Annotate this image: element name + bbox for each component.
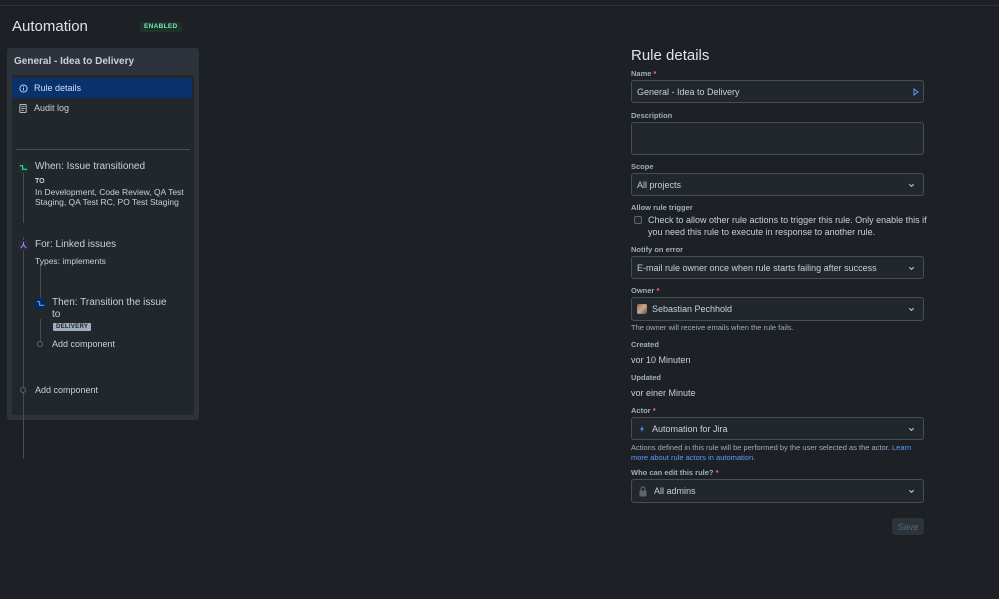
status-badge: ENABLED (140, 22, 182, 32)
form-title: Rule details (631, 47, 710, 64)
actor-value: Automation for Jira (652, 423, 728, 434)
save-button[interactable]: Save (892, 518, 924, 535)
branch-component[interactable]: For: Linked issues (35, 239, 116, 251)
edit-permission-value: All admins (654, 486, 696, 496)
nav-rule-details-label: Rule details (34, 83, 82, 93)
automation-icon (637, 424, 647, 434)
owner-label: Owner * (631, 286, 660, 295)
trigger-transition-icon (18, 162, 29, 173)
chevron-down-icon (908, 266, 915, 270)
nav-audit-log-label: Audit log (34, 103, 70, 113)
name-input-value: General - Idea to Delivery (637, 86, 740, 97)
created-label: Created (631, 340, 659, 349)
document-icon (18, 103, 28, 113)
owner-value: Sebastian Pechhold (652, 304, 733, 314)
trigger-to-label: TO (35, 178, 45, 185)
rule-panel: General - Idea to Delivery Rule details … (7, 48, 199, 459)
branch-icon (18, 240, 29, 251)
nav-rule-details[interactable]: Rule details (12, 78, 192, 98)
chevron-down-icon (908, 307, 915, 312)
add-component-inner[interactable]: Add component (52, 339, 115, 349)
scope-select[interactable]: All projects (631, 173, 924, 196)
trigger-statuses: In Development, Code Review, QA Test Sta… (35, 187, 184, 207)
lock-icon (637, 485, 649, 497)
top-divider (0, 5, 999, 6)
chevron-down-icon (908, 183, 915, 187)
notify-value: E-mail rule owner once when rule starts … (637, 262, 877, 273)
allow-trigger-checkbox[interactable] (634, 216, 642, 224)
delivery-status-lozenge: DELIVERY (53, 323, 92, 331)
page-title: Automation (12, 18, 88, 35)
name-input[interactable]: General - Idea to Delivery (631, 80, 924, 103)
avatar (637, 304, 647, 314)
updated-label: Updated (631, 373, 661, 382)
action-transition-icon (35, 298, 46, 309)
edit-permission-select[interactable]: All admins (631, 479, 924, 503)
notify-label: Notify on error (631, 245, 684, 254)
branch-types: Types: implements (35, 256, 106, 266)
owner-select[interactable]: Sebastian Pechhold (631, 297, 924, 321)
chevron-down-icon (908, 427, 915, 431)
scope-value: All projects (637, 179, 682, 190)
description-textarea[interactable] (631, 122, 924, 155)
allow-trigger-label: Allow rule trigger (631, 203, 693, 212)
add-component-dot (37, 341, 43, 347)
nav-divider (16, 149, 190, 150)
created-value: vor 10 Minuten (631, 355, 691, 365)
add-component-dot (20, 387, 26, 393)
actor-help: Actions defined in this rule will be per… (631, 443, 912, 462)
description-label: Description (631, 111, 673, 120)
edit-permission-label: Who can edit this rule? * (631, 468, 719, 477)
scope-label: Scope (631, 162, 654, 171)
rule-name: General - Idea to Delivery (14, 56, 135, 67)
name-label: Name * (631, 69, 657, 78)
notify-select[interactable]: E-mail rule owner once when rule starts … (631, 256, 924, 279)
connector-line (23, 173, 24, 223)
nav-audit-log[interactable]: Audit log (12, 98, 192, 118)
actor-label: Actor * (631, 406, 656, 415)
updated-value: vor einer Minute (631, 388, 696, 398)
info-circle-icon (18, 83, 28, 93)
connector-line (23, 237, 24, 459)
add-component-outer[interactable]: Add component (35, 385, 98, 395)
rule-components: Rule details Audit log When: Issue trans… (12, 75, 194, 459)
chevron-down-icon (908, 489, 915, 494)
edit-caret-icon (913, 88, 919, 96)
owner-help: The owner will receive emails when the r… (631, 323, 794, 332)
actor-select[interactable]: Automation for Jira (631, 417, 924, 440)
trigger-component[interactable]: When: Issue transitioned (35, 161, 145, 173)
action-component[interactable]: Then: Transition the issue to (52, 297, 172, 321)
allow-trigger-text: Check to allow other rule actions to tri… (648, 215, 927, 237)
